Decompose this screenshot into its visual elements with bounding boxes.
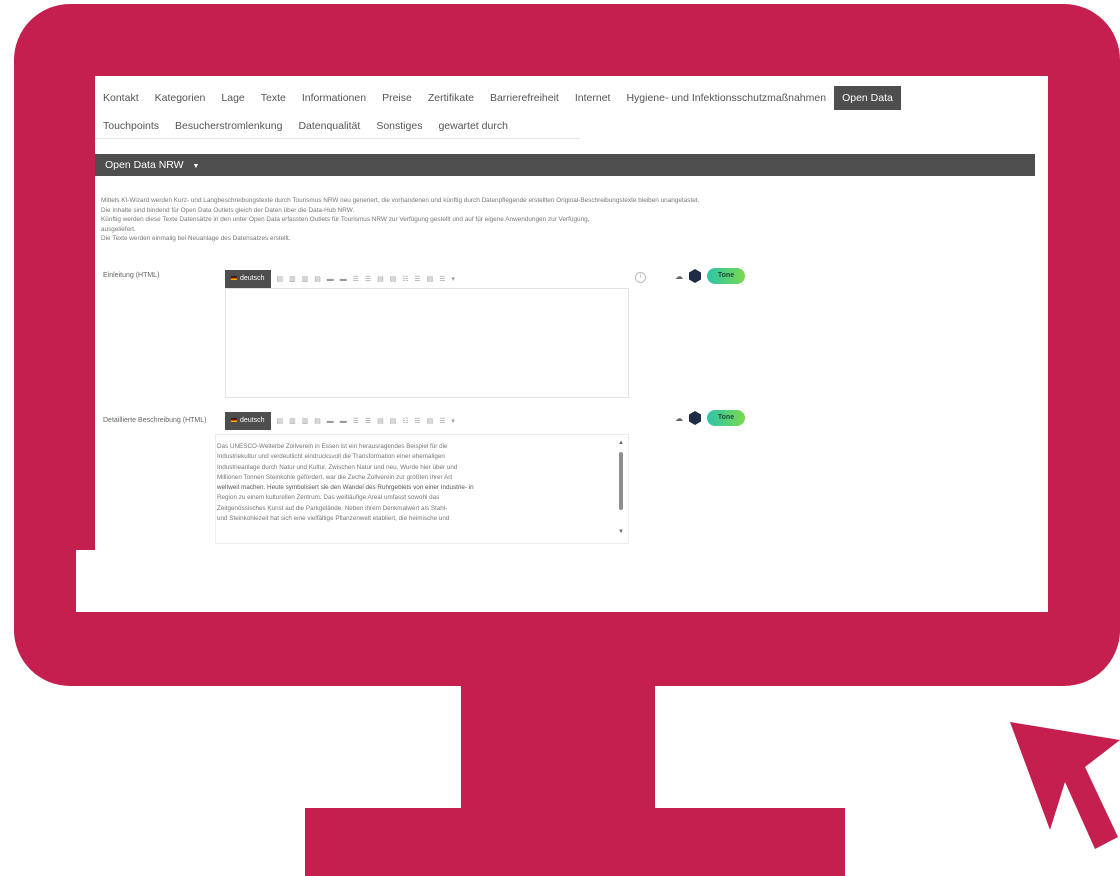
cloud-icon[interactable]: ☁︎	[675, 272, 683, 281]
intro-editor[interactable]	[225, 288, 629, 398]
tab-open-data[interactable]: Open Data	[834, 86, 901, 110]
format-icons[interactable]: ▤ ▥ ▥ ▤ ▬ ▬ ☰ ☰ ▤ ▤ ☷ ☰ ▤ ☰ ▾	[271, 417, 457, 425]
tab-kontakt[interactable]: Kontakt	[95, 86, 147, 110]
field-label-description: Detaillierte Beschreibung (HTML)	[103, 417, 207, 424]
german-flag-icon	[231, 418, 237, 423]
tab-zertifikate[interactable]: Zertifikate	[420, 86, 482, 110]
info-text: Mittels KI-Wizard werden Kurz- und Langb…	[101, 196, 1041, 244]
scroll-thumb[interactable]	[619, 452, 623, 510]
info-line: Künftig werden diese Texte Datensätze in…	[101, 216, 590, 223]
text-line: und Steinkohlezeit hat sich eine vielfäl…	[217, 515, 450, 523]
text-line: Industrieanlage durch Natur und Kultur. …	[217, 463, 458, 471]
cloud-icon[interactable]: ☁︎	[675, 414, 683, 423]
screen-notch	[76, 550, 96, 612]
screen: Kontakt Kategorien Lage Texte Informationen P…	[95, 76, 1048, 612]
panel-title: Open Data NRW	[105, 159, 184, 171]
tab-preise[interactable]: Preise	[374, 86, 420, 110]
text-line: Industriekultur und verdeutlicht eindruc…	[217, 453, 445, 461]
text-line: Das UNESCO-Welterbe Zollverein in Essen …	[217, 443, 448, 450]
ai-generate-button[interactable]: Tone	[707, 268, 745, 284]
info-line: ausgeliefert.	[101, 225, 136, 233]
text-line: Zeitgenössisches Kunst auf die Parkgelän…	[217, 504, 448, 512]
tab-sonstiges[interactable]: Sonstiges	[368, 114, 430, 138]
tab-hygiene-und-infektionsschutzmaßnahmen[interactable]: Hygiene- und Infektionsschutzmaßnahmen	[618, 86, 834, 110]
text-line: Region zu einem kulturellen Zentrum. Das…	[217, 494, 440, 502]
tab-lage[interactable]: Lage	[213, 86, 252, 110]
language-tab-german[interactable]: deutsch	[225, 412, 271, 430]
tab-gewartet-durch[interactable]: gewartet durch	[430, 114, 515, 138]
tab-kategorien[interactable]: Kategorien	[147, 86, 214, 110]
tab-touchpoints[interactable]: Touchpoints	[95, 114, 167, 138]
editor-scrollbar[interactable]: ▲ ▼	[617, 440, 625, 540]
tab-texte[interactable]: Texte	[253, 86, 294, 110]
scroll-down-icon[interactable]: ▼	[618, 529, 624, 535]
monitor-neck	[461, 686, 655, 810]
tab-bar: Kontakt Kategorien Lage Texte Informationen P…	[95, 86, 1048, 139]
tab-barrierefreiheit[interactable]: Barrierefreiheit	[482, 86, 567, 110]
ai-tools: ☁︎ Tone	[675, 268, 745, 284]
text-line: weltweit machen. Heute symbolisiert sie …	[217, 484, 474, 492]
tab-datenqualität[interactable]: Datenqualität	[290, 114, 368, 138]
hexagon-icon[interactable]	[689, 411, 701, 425]
info-line: Die Texte werden einmalig bei Neuanlage …	[101, 235, 291, 242]
open-data-panel-header[interactable]: Open Data NRW ▼	[95, 154, 1035, 176]
german-flag-icon	[231, 276, 237, 281]
format-icons[interactable]: ▤ ▥ ▥ ▤ ▬ ▬ ☰ ☰ ▤ ▤ ☷ ☰ ▤ ☰ ▾	[271, 275, 457, 283]
info-line: Die Inhalte sind bindend für Open Data O…	[101, 206, 355, 214]
tab-informationen[interactable]: Informationen	[294, 86, 374, 110]
text-line: Millionen Tonnen Steinkohle gefördert, w…	[217, 473, 453, 481]
info-line: Mittels KI-Wizard werden Kurz- und Langb…	[101, 197, 700, 204]
info-icon[interactable]: i	[635, 272, 646, 283]
editor-toolbar: deutsch ▤ ▥ ▥ ▤ ▬ ▬ ☰ ☰ ▤ ▤ ☷ ☰ ▤ ☰ ▾	[225, 412, 457, 430]
tab-besucherstromlenkung[interactable]: Besucherstromlenkung	[167, 114, 290, 138]
ai-tools: ☁︎ Tone	[675, 410, 745, 426]
description-text[interactable]: Das UNESCO-Welterbe Zollverein in Essen …	[217, 442, 613, 574]
language-label: deutsch	[240, 417, 265, 424]
hexagon-icon[interactable]	[689, 269, 701, 283]
scroll-up-icon[interactable]: ▲	[618, 440, 624, 446]
language-label: deutsch	[240, 275, 265, 282]
language-tab-german[interactable]: deutsch	[225, 270, 271, 288]
monitor-base	[305, 808, 845, 876]
ai-generate-button[interactable]: Tone	[707, 410, 745, 426]
chevron-down-icon: ▼	[192, 163, 200, 170]
cursor-arrow-icon	[1010, 722, 1120, 849]
editor-toolbar: deutsch ▤ ▥ ▥ ▤ ▬ ▬ ☰ ☰ ▤ ▤ ☷ ☰ ▤ ☰ ▾	[225, 270, 457, 288]
field-label-intro: Einleitung (HTML)	[103, 272, 160, 279]
tab-internet[interactable]: Internet	[567, 86, 619, 110]
